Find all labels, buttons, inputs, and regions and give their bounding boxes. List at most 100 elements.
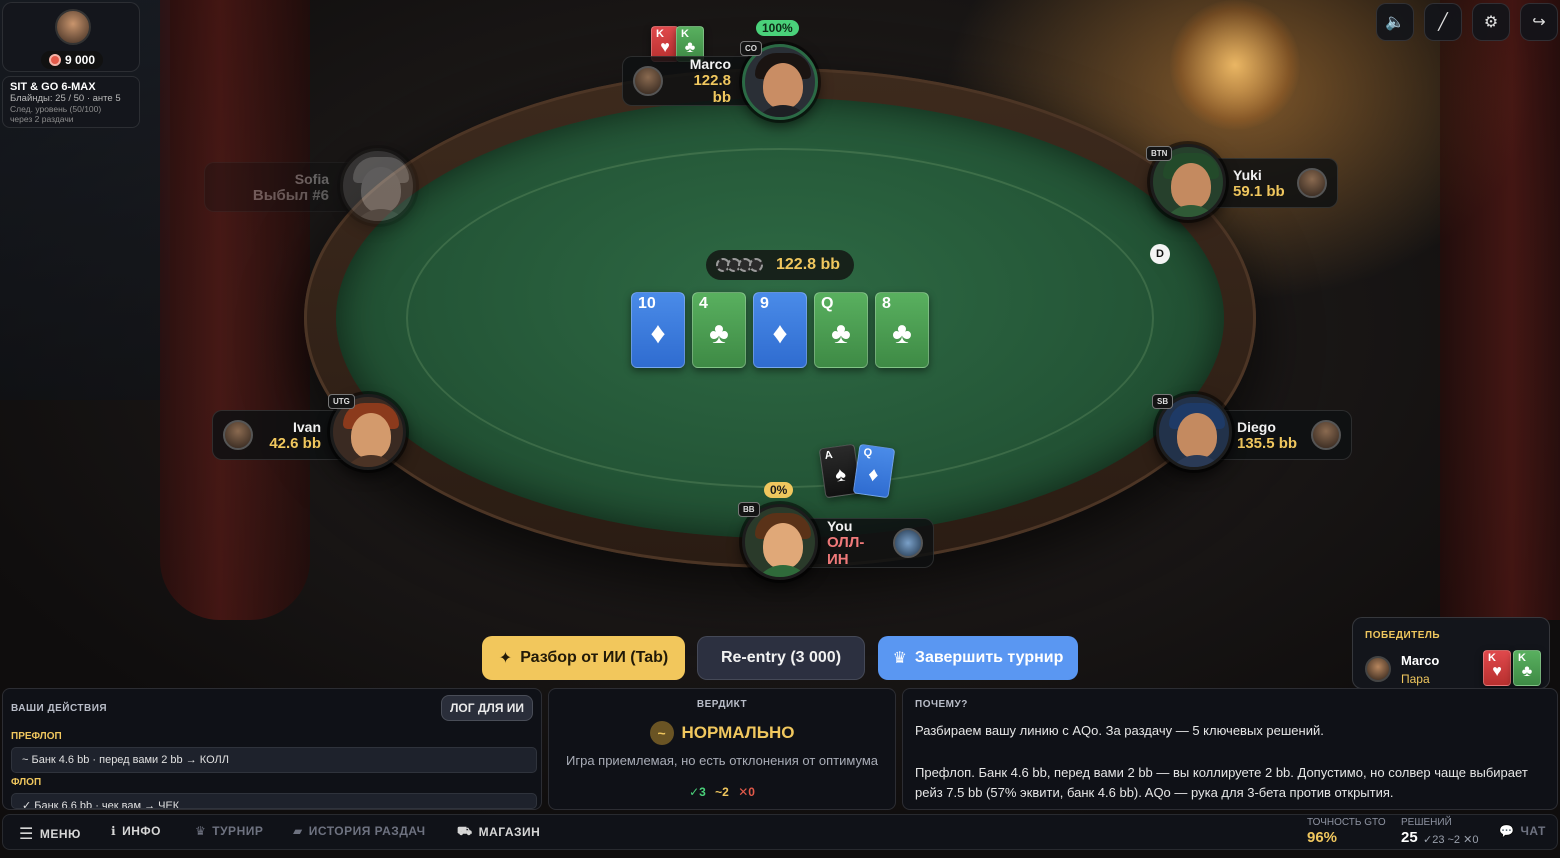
finish-tournament-button[interactable]: ♛ Завершить турнир <box>878 636 1078 680</box>
diego-name: Diego <box>1237 418 1276 435</box>
nav-hand-history[interactable]: ▰ ИСТОРИЯ РАЗДАЧ <box>293 824 426 838</box>
verdict-mid-count: ~2 <box>715 785 729 799</box>
trophy-icon: ♛ <box>892 650 907 667</box>
mute-icon: 🔈 <box>1385 14 1405 31</box>
why-paragraph-1: Разбираем вашу линию с AQo. За раздачу —… <box>915 723 1324 738</box>
winner-avatar <box>1365 656 1391 682</box>
pot-value: 122.8 bb <box>776 256 841 273</box>
why-title: ПОЧЕМУ? <box>915 699 968 710</box>
yuki-position-badge: BTN <box>1146 146 1173 161</box>
winner-card-2: K ♣ <box>1513 650 1541 686</box>
background-curtain-left <box>160 0 310 620</box>
settings-button[interactable]: ⚙ <box>1472 3 1510 41</box>
folder-icon: ▰ <box>293 824 303 838</box>
tournament-blinds: Блайнды: 25 / 50 · анте 5 <box>10 93 121 104</box>
winner-name: Marco <box>1401 653 1440 668</box>
background-lamp <box>1170 0 1300 130</box>
marco-name: Marco <box>689 56 731 72</box>
nav-menu[interactable]: ☰ МЕНЮ <box>19 824 81 844</box>
your-position-badge: BB <box>738 502 760 517</box>
nav-chat[interactable]: 💬 ЧАТ <box>1499 824 1546 838</box>
your-actions-title: ВАШИ ДЕЙСТВИЯ <box>11 703 108 714</box>
winner-title: ПОБЕДИТЕЛЬ <box>1365 630 1441 641</box>
marco-equity-badge: 100% <box>756 20 799 36</box>
trophy-icon: ♛ <box>195 824 207 838</box>
ai-review-button[interactable]: ✦ Разбор от ИИ (Tab) <box>482 636 685 680</box>
verdict-icon: ~ <box>649 721 674 745</box>
diego-position-badge: SB <box>1152 394 1174 409</box>
ivan-mini-avatar <box>223 420 253 450</box>
chip-icon <box>49 54 61 66</box>
board-card-2: 4 ♣ <box>692 292 746 368</box>
verdict-stats: ✓3 ~2 ✕0 <box>549 785 895 799</box>
diego-stack: 135.5 bb <box>1237 434 1298 452</box>
ivan-name: Ivan <box>292 418 321 435</box>
profile-panel[interactable]: 9 000 <box>2 2 140 72</box>
gto-accuracy-value: 96% <box>1307 829 1338 846</box>
street-preflop-label: ПРЕФЛОП <box>11 731 62 742</box>
gto-accuracy-label: ТОЧНОСТЬ GTO <box>1307 817 1386 828</box>
winner-panel: ПОБЕДИТЕЛЬ Marco Пара K ♥ K ♣ <box>1352 617 1550 689</box>
mute-button[interactable]: 🔈 <box>1376 3 1414 41</box>
exit-icon: ↪ <box>1532 14 1546 31</box>
marco-mini-avatar <box>633 66 663 96</box>
board-card-1: 10 ♦ <box>631 292 685 368</box>
sparkle-icon: ✦ <box>498 650 513 667</box>
nav-tournament[interactable]: ♛ ТУРНИР <box>195 824 263 838</box>
yuki-name: Yuki <box>1233 166 1262 183</box>
verdict-ok-count: ✓3 <box>689 785 706 799</box>
board-card-5: 8 ♣ <box>875 292 929 368</box>
profile-chip-count: 9 000 <box>41 51 104 69</box>
street-flop-row[interactable]: ✓ Банк 6.6 bb · чек вам → ЧЕК <box>11 793 537 809</box>
nav-info[interactable]: ℹ ИНФО <box>111 824 161 838</box>
pot-chips-icon <box>716 258 763 272</box>
background-curtain-right <box>1440 0 1560 620</box>
hamburger-icon: ☰ <box>19 826 34 843</box>
your-mini-avatar <box>893 528 923 558</box>
decisions-detail: ✓23 ~2 ✕0 <box>1423 834 1479 846</box>
decisions-label: РЕШЕНИЙ <box>1401 817 1452 828</box>
cart-icon: ⛟ <box>457 824 473 838</box>
reentry-button[interactable]: Re-entry (3 000) <box>697 636 865 680</box>
your-equity-badge: 0% <box>764 482 794 498</box>
yuki-stack: 59.1 bb <box>1233 182 1285 200</box>
yuki-mini-avatar <box>1297 168 1327 198</box>
ai-log-button[interactable]: ЛОГ ДЛЯ ИИ <box>441 695 533 721</box>
your-status: ОЛЛ-ИН <box>827 534 865 568</box>
verdict-title: ВЕРДИКТ <box>696 699 748 710</box>
board-card-3: 9 ♦ <box>753 292 807 368</box>
sofia-name: Sofia <box>294 170 329 187</box>
sofia-status: Выбыл #6 <box>252 186 329 204</box>
why-explanation: Разбираем вашу линию с AQo. За раздачу —… <box>915 721 1543 803</box>
profile-avatar <box>55 9 91 45</box>
winner-card-1: K ♥ <box>1483 650 1511 686</box>
winner-hand: Пара <box>1401 672 1430 686</box>
verdict-main: ~ НОРМАЛЬНО <box>549 721 895 745</box>
street-flop-label: ФЛОП <box>11 777 42 788</box>
nav-shop[interactable]: ⛟ МАГАЗИН <box>457 824 540 840</box>
tournament-next-level-when: через 2 раздачи <box>10 114 74 124</box>
ivan-position-badge: UTG <box>328 394 355 409</box>
pen-icon: ╱ <box>1438 14 1448 31</box>
tournament-title: SIT & GO 6-MAX <box>10 81 96 93</box>
why-paragraph-2: Префлоп. Банк 4.6 bb, перед вами 2 bb — … <box>915 765 1528 800</box>
board-card-4: Q ♣ <box>814 292 868 368</box>
verdict-panel: ВЕРДИКТ ~ НОРМАЛЬНО Игра приемлемая, но … <box>548 688 896 810</box>
diego-mini-avatar <box>1311 420 1341 450</box>
exit-button[interactable]: ↪ <box>1520 3 1558 41</box>
pen-button[interactable]: ╱ <box>1424 3 1462 41</box>
your-card-2: Q ♦ <box>852 443 896 499</box>
info-icon: ℹ <box>111 824 117 838</box>
bottom-nav-bar: ☰ МЕНЮ ℹ ИНФО ♛ ТУРНИР ▰ ИСТОРИЯ РАЗДАЧ … <box>2 814 1558 850</box>
pot-display: 122.8 bb <box>706 250 854 280</box>
street-preflop-row[interactable]: ~ Банк 4.6 bb · перед вами 2 bb → КОЛЛ <box>11 747 537 773</box>
marco-stack: 122.8 bb <box>693 72 731 106</box>
ivan-stack: 42.6 bb <box>269 434 321 452</box>
verdict-bad-count: ✕0 <box>738 785 755 799</box>
verdict-label: НОРМАЛЬНО <box>681 723 795 742</box>
your-actions-panel: ВАШИ ДЕЙСТВИЯ ЛОГ ДЛЯ ИИ ПРЕФЛОП ~ Банк … <box>2 688 542 810</box>
verdict-description: Игра приемлемая, но есть отклонения от о… <box>566 753 878 768</box>
tournament-info: SIT & GO 6-MAX Блайнды: 25 / 50 · анте 5… <box>2 76 140 128</box>
your-name: You <box>827 518 853 534</box>
tournament-next-level: След. уровень (50/100) <box>10 104 102 114</box>
